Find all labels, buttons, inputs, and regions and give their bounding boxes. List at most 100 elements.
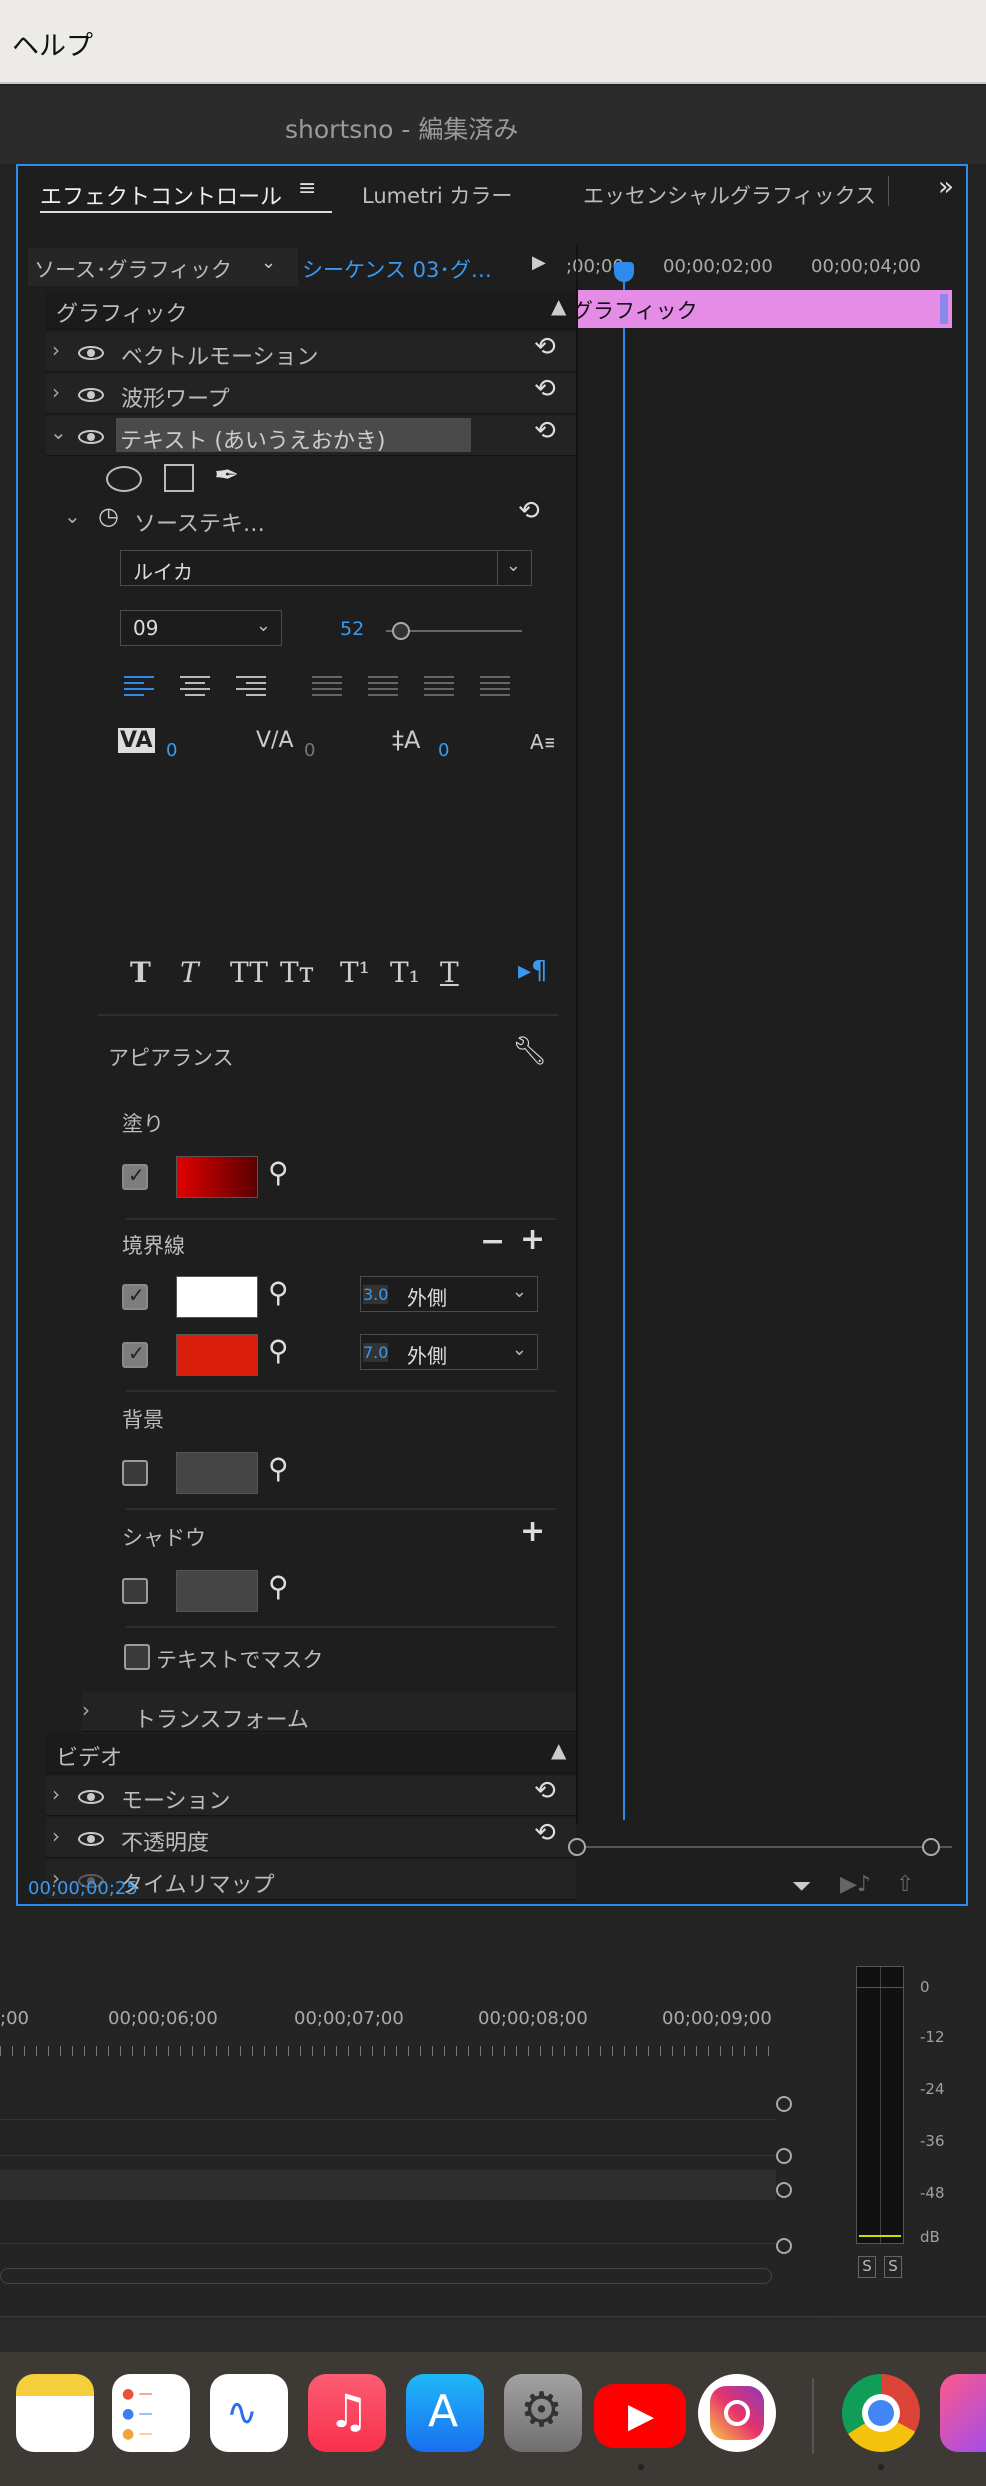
eye-icon[interactable] <box>78 1832 104 1846</box>
solo-left-button[interactable]: S <box>858 2256 876 2278</box>
font-size-slider-thumb[interactable] <box>392 622 410 640</box>
collapse-chevron-icon[interactable]: ⌄ <box>64 504 81 528</box>
collapse-up-icon[interactable]: ▲ <box>551 294 566 318</box>
mask-with-text-checkbox[interactable] <box>124 1644 150 1670</box>
source-chevron-icon[interactable]: ⌄ <box>261 252 276 273</box>
chrome-icon[interactable] <box>842 2374 920 2452</box>
playhead-marker[interactable] <box>614 262 634 282</box>
superscript-button[interactable]: T¹ <box>340 956 370 989</box>
effect-wave-warp[interactable]: › 波形ワープ ⟲ <box>46 374 576 414</box>
align-left-icon[interactable] <box>124 676 154 702</box>
effect-vector-motion[interactable]: › ベクトルモーション ⟲ <box>46 332 576 372</box>
expand-chevron-icon[interactable]: › <box>52 1824 60 1848</box>
leading-value[interactable]: 0 <box>438 740 449 761</box>
eyedropper-icon[interactable]: ⚲ <box>268 1156 289 1189</box>
eye-icon[interactable] <box>78 388 104 402</box>
font-size-value[interactable]: 52 <box>340 618 364 640</box>
graphic-clip[interactable]: グラフィック <box>564 290 952 328</box>
expand-chevron-icon[interactable]: › <box>52 380 60 404</box>
background-swatch[interactable] <box>176 1452 258 1494</box>
align-right-icon[interactable] <box>236 676 266 702</box>
source-selector[interactable]: ソース･グラフィック <box>28 248 298 286</box>
justify-center-icon[interactable] <box>368 676 398 702</box>
remove-stroke-icon[interactable]: − <box>480 1224 505 1259</box>
stroke1-position-dropdown[interactable]: 3.0 外側 ⌄ <box>360 1276 538 1312</box>
solo-right-button[interactable]: S <box>884 2256 902 2278</box>
underline-button[interactable]: T <box>440 956 459 989</box>
faux-bold-button[interactable]: T <box>130 956 151 989</box>
collapse-up-icon[interactable]: ▲ <box>551 1738 566 1762</box>
fill-swatch[interactable] <box>176 1156 258 1198</box>
collapse-chevron-icon[interactable]: ⌄ <box>50 420 67 444</box>
filter-icon[interactable]: ⏷ <box>792 1872 811 1900</box>
export-icon[interactable]: ⇧ <box>896 1872 914 1897</box>
creative-cloud-icon[interactable] <box>940 2374 986 2452</box>
font-dropdown[interactable]: ルイカ ⌄ <box>120 550 532 586</box>
rectangle-tool-icon[interactable] <box>164 464 194 492</box>
track-scroll-handle[interactable] <box>776 2148 792 2164</box>
freeform-app-icon[interactable]: ∿ <box>210 2374 288 2452</box>
reset-icon[interactable]: ⟲ <box>534 1818 556 1848</box>
system-settings-icon[interactable]: ⚙ <box>504 2374 582 2452</box>
wrench-icon[interactable]: 🔧︎ <box>512 1034 548 1067</box>
background-checkbox[interactable] <box>122 1460 148 1486</box>
reset-icon[interactable]: ⟲ <box>518 496 540 526</box>
play-clip-icon[interactable]: ▶ <box>532 252 546 273</box>
stroke2-position-dropdown[interactable]: 7.0 外側 ⌄ <box>360 1334 538 1370</box>
align-center-icon[interactable] <box>180 676 210 702</box>
music-app-icon[interactable]: ♫ <box>308 2374 386 2452</box>
menu-help[interactable]: ヘルプ <box>12 24 93 63</box>
instagram-icon[interactable] <box>698 2374 776 2452</box>
small-caps-button[interactable]: Tт <box>280 956 314 989</box>
scroll-handle-left[interactable] <box>568 1838 586 1856</box>
reset-icon[interactable]: ⟲ <box>534 416 556 446</box>
tab-effect-controls[interactable]: エフェクトコントロール <box>40 179 282 211</box>
stroke1-checkbox[interactable] <box>122 1283 148 1310</box>
tab-essential-graphics[interactable]: エッセンシャルグラフィックス <box>583 180 876 210</box>
eyedropper-icon[interactable]: ⚲ <box>268 1276 289 1309</box>
kerning-value[interactable]: 0 <box>304 740 315 761</box>
reset-icon[interactable]: ⟲ <box>534 374 556 404</box>
eyedropper-icon[interactable]: ⚲ <box>268 1334 289 1367</box>
tab-menu-icon[interactable]: ≡ <box>298 176 316 201</box>
reset-icon[interactable]: ⟲ <box>534 332 556 362</box>
sequence-link[interactable]: シーケンス 03･グ… <box>302 254 492 284</box>
fill-checkbox[interactable] <box>122 1163 148 1190</box>
text-layer-name-field[interactable]: テキスト (あいうえおかき) <box>116 418 471 454</box>
expand-chevron-icon[interactable]: › <box>52 338 60 362</box>
effect-opacity[interactable]: › 不透明度 ⟲ <box>46 1818 576 1858</box>
pen-tool-icon[interactable]: ✒ <box>214 458 239 493</box>
eye-icon[interactable] <box>78 346 104 360</box>
stroke1-width-value[interactable]: 3.0 <box>363 1285 389 1304</box>
faux-italic-button[interactable]: T <box>180 956 199 989</box>
expand-chevron-icon[interactable]: › <box>52 1782 60 1806</box>
justify-left-icon[interactable] <box>312 676 342 702</box>
stroke2-checkbox[interactable] <box>122 1341 148 1368</box>
subscript-button[interactable]: T₁ <box>390 956 420 989</box>
track-scroll-handle[interactable] <box>776 2238 792 2254</box>
reminders-app-icon[interactable]: ● — ● — ● — <box>112 2374 190 2452</box>
youtube-icon[interactable]: ▶ <box>594 2384 686 2448</box>
track-scroll-handle[interactable] <box>776 2182 792 2198</box>
expand-chevron-icon[interactable]: › <box>82 1698 90 1722</box>
timeline-zoom-scrollbar[interactable] <box>576 1846 952 1848</box>
eyedropper-icon[interactable]: ⚲ <box>268 1452 289 1485</box>
clip-end-handle[interactable] <box>940 294 948 324</box>
app-store-icon[interactable]: A <box>406 2374 484 2452</box>
stopwatch-icon[interactable]: ◷ <box>98 502 119 530</box>
track-scrollbar[interactable] <box>0 2268 772 2284</box>
shadow-swatch[interactable] <box>176 1570 258 1612</box>
stroke2-width-value[interactable]: 7.0 <box>363 1343 389 1362</box>
add-shadow-icon[interactable]: + <box>520 1514 545 1549</box>
tracking-value[interactable]: 0 <box>166 740 177 761</box>
notes-app-icon[interactable] <box>16 2374 94 2452</box>
track-scroll-handle[interactable] <box>776 2096 792 2112</box>
font-style-dropdown[interactable]: 09 ⌄ <box>120 610 282 646</box>
ellipse-tool-icon[interactable] <box>106 466 142 492</box>
audio-play-icon[interactable]: ▶♪ <box>840 1872 871 1897</box>
text-direction-icon[interactable]: ▸¶ <box>518 956 548 986</box>
reset-icon[interactable]: ⟲ <box>534 1776 556 1806</box>
stroke2-swatch[interactable] <box>176 1334 258 1376</box>
transform-row[interactable]: › トランスフォーム <box>82 1692 576 1733</box>
justify-right-icon[interactable] <box>424 676 454 702</box>
